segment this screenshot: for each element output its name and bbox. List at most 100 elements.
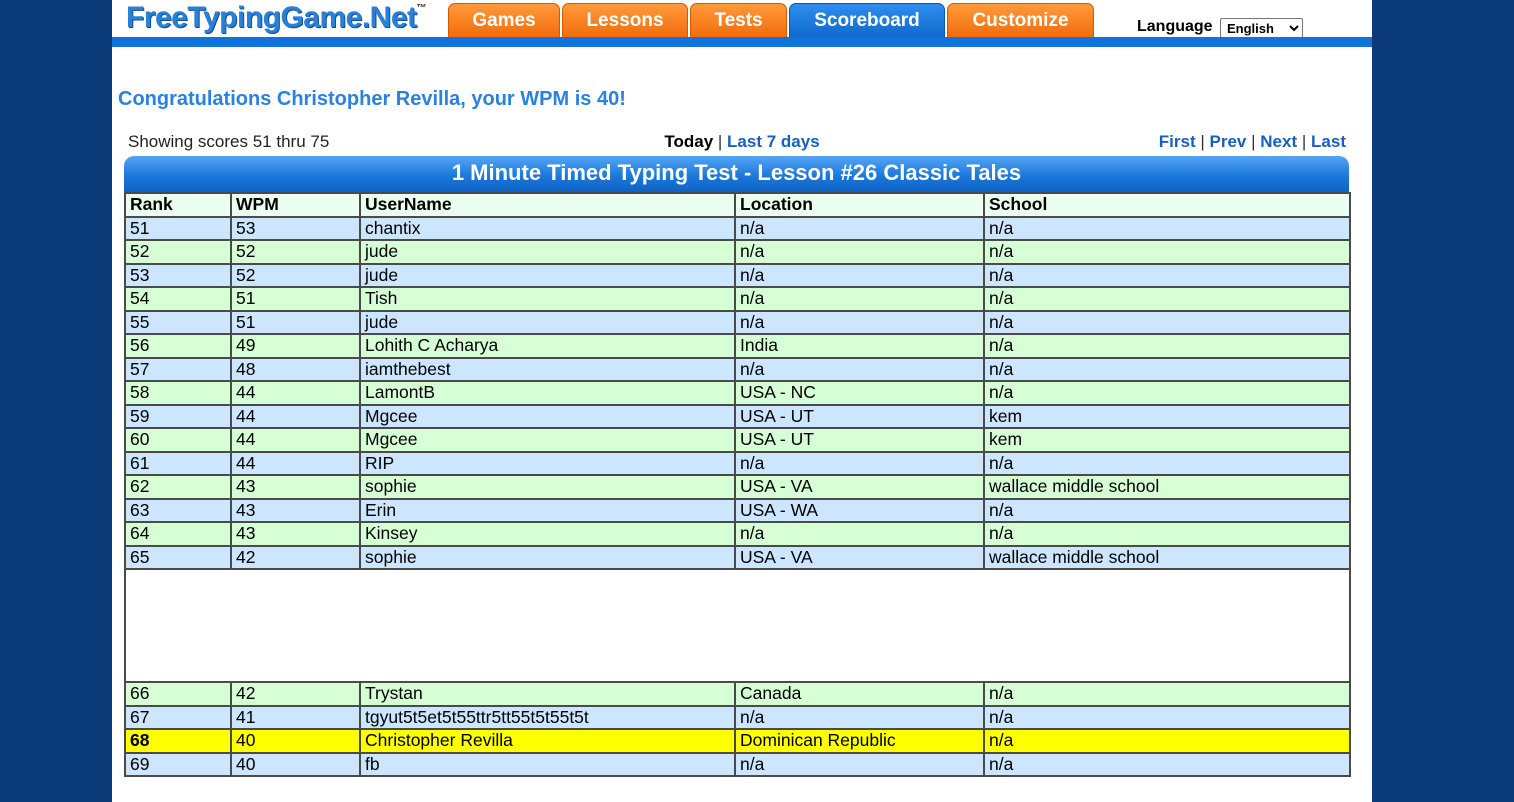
cell-location: Dominican Republic bbox=[734, 728, 985, 754]
cell-location: n/a bbox=[734, 215, 985, 241]
cell-location: Canada bbox=[734, 681, 985, 707]
cell-rank: 59 bbox=[124, 403, 232, 429]
cell-rank: 69 bbox=[124, 751, 232, 777]
cell-wpm: 53 bbox=[230, 215, 361, 241]
scoreboard-title: 1 Minute Timed Typing Test - Lesson #26 … bbox=[124, 156, 1349, 192]
cell-rank: 61 bbox=[124, 450, 232, 476]
cell-username: jude bbox=[359, 239, 736, 265]
cell-username: RIP bbox=[359, 450, 736, 476]
cell-school: wallace middle school bbox=[983, 544, 1351, 570]
cell-username: Mgcee bbox=[359, 427, 736, 453]
next-page-link[interactable]: Next bbox=[1260, 132, 1297, 151]
cell-username: Kinsey bbox=[359, 521, 736, 547]
table-row: 64 43 Kinsey n/a n/a bbox=[124, 521, 1351, 547]
last-7-days-link[interactable]: Last 7 days bbox=[727, 132, 820, 151]
cell-username: tgyut5t5et5t55ttr5tt55t5t55t5t bbox=[359, 704, 736, 730]
cell-username: sophie bbox=[359, 474, 736, 500]
cell-rank: 66 bbox=[124, 681, 232, 707]
cell-wpm: 40 bbox=[230, 728, 361, 754]
ad-space bbox=[124, 568, 1351, 683]
table-row: 65 42 sophie USA - VA wallace middle school bbox=[124, 544, 1351, 570]
cell-wpm: 43 bbox=[230, 497, 361, 523]
cell-wpm: 48 bbox=[230, 356, 361, 382]
cell-wpm: 51 bbox=[230, 286, 361, 312]
table-row: 57 48 iamthebest n/a n/a bbox=[124, 356, 1351, 382]
cell-rank: 56 bbox=[124, 333, 232, 359]
cell-location: n/a bbox=[734, 751, 985, 777]
cell-location: India bbox=[734, 333, 985, 359]
cell-wpm: 41 bbox=[230, 704, 361, 730]
cell-location: n/a bbox=[734, 704, 985, 730]
cell-rank: 65 bbox=[124, 544, 232, 570]
cell-rank: 62 bbox=[124, 474, 232, 500]
site-logo[interactable]: FreeTypingGame.Net™ bbox=[126, 1, 427, 37]
col-header-rank: Rank bbox=[124, 192, 232, 218]
cell-school: n/a bbox=[983, 356, 1351, 382]
separator: | bbox=[717, 132, 723, 151]
cell-wpm: 49 bbox=[230, 333, 361, 359]
cell-location: n/a bbox=[734, 262, 985, 288]
pagination: First | Prev | Next | Last bbox=[1159, 132, 1346, 152]
scores-body: 51 53 chantix n/a n/a 52 52 jude n/a n/a 53 52 jude n… bbox=[124, 215, 1351, 777]
tab-games[interactable]: Games bbox=[448, 3, 560, 38]
cell-location: n/a bbox=[734, 450, 985, 476]
cell-wpm: 44 bbox=[230, 380, 361, 406]
tab-customize[interactable]: Customize bbox=[947, 3, 1094, 38]
cell-rank: 53 bbox=[124, 262, 232, 288]
cell-school: n/a bbox=[983, 262, 1351, 288]
cell-username: LamontB bbox=[359, 380, 736, 406]
header-bar bbox=[112, 37, 1372, 47]
cell-username: jude bbox=[359, 262, 736, 288]
cell-rank: 67 bbox=[124, 704, 232, 730]
tab-lessons[interactable]: Lessons bbox=[562, 3, 688, 38]
cell-school: n/a bbox=[983, 681, 1351, 707]
tab-tests[interactable]: Tests bbox=[690, 3, 787, 38]
last-page-link[interactable]: Last bbox=[1311, 132, 1346, 151]
table-row: 61 44 RIP n/a n/a bbox=[124, 450, 1351, 476]
cell-username: Tish bbox=[359, 286, 736, 312]
cell-wpm: 44 bbox=[230, 427, 361, 453]
cell-username: Lohith C Acharya bbox=[359, 333, 736, 359]
scoreboard: 1 Minute Timed Typing Test - Lesson #26 … bbox=[124, 156, 1351, 777]
cell-school: kem bbox=[983, 403, 1351, 429]
cell-wpm: 42 bbox=[230, 544, 361, 570]
cell-location: n/a bbox=[734, 309, 985, 335]
separator: | bbox=[1251, 132, 1256, 151]
col-header-school: School bbox=[983, 192, 1351, 218]
cell-wpm: 44 bbox=[230, 403, 361, 429]
table-row: 69 40 fb n/a n/a bbox=[124, 751, 1351, 777]
cell-rank: 52 bbox=[124, 239, 232, 265]
cell-school: n/a bbox=[983, 521, 1351, 547]
table-row: 59 44 Mgcee USA - UT kem bbox=[124, 403, 1351, 429]
cell-username: sophie bbox=[359, 544, 736, 570]
table-row: 53 52 jude n/a n/a bbox=[124, 262, 1351, 288]
table-row: 54 51 Tish n/a n/a bbox=[124, 286, 1351, 312]
cell-location: n/a bbox=[734, 239, 985, 265]
table-row: 56 49 Lohith C Acharya India n/a bbox=[124, 333, 1351, 359]
table-row: 51 53 chantix n/a n/a bbox=[124, 215, 1351, 241]
separator: | bbox=[1200, 132, 1205, 151]
cell-location: USA - VA bbox=[734, 474, 985, 500]
language-label: Language bbox=[1137, 18, 1213, 35]
table-row: 62 43 sophie USA - VA wallace middle school bbox=[124, 474, 1351, 500]
cell-wpm: 52 bbox=[230, 262, 361, 288]
prev-page-link[interactable]: Prev bbox=[1210, 132, 1247, 151]
first-page-link[interactable]: First bbox=[1159, 132, 1196, 151]
cell-username: fb bbox=[359, 751, 736, 777]
cell-username: iamthebest bbox=[359, 356, 736, 382]
cell-wpm: 42 bbox=[230, 681, 361, 707]
table-row: 66 42 Trystan Canada n/a bbox=[124, 681, 1351, 707]
table-row: 58 44 LamontB USA - NC n/a bbox=[124, 380, 1351, 406]
cell-school: n/a bbox=[983, 704, 1351, 730]
cell-wpm: 52 bbox=[230, 239, 361, 265]
cell-wpm: 40 bbox=[230, 751, 361, 777]
cell-location: n/a bbox=[734, 521, 985, 547]
cell-username: Christopher Revilla bbox=[359, 728, 736, 754]
cell-school: n/a bbox=[983, 239, 1351, 265]
cell-username: chantix bbox=[359, 215, 736, 241]
cell-school: wallace middle school bbox=[983, 474, 1351, 500]
cell-username: Erin bbox=[359, 497, 736, 523]
language-select[interactable]: English bbox=[1220, 18, 1303, 38]
cell-location: USA - UT bbox=[734, 403, 985, 429]
tab-scoreboard[interactable]: Scoreboard bbox=[789, 3, 945, 38]
